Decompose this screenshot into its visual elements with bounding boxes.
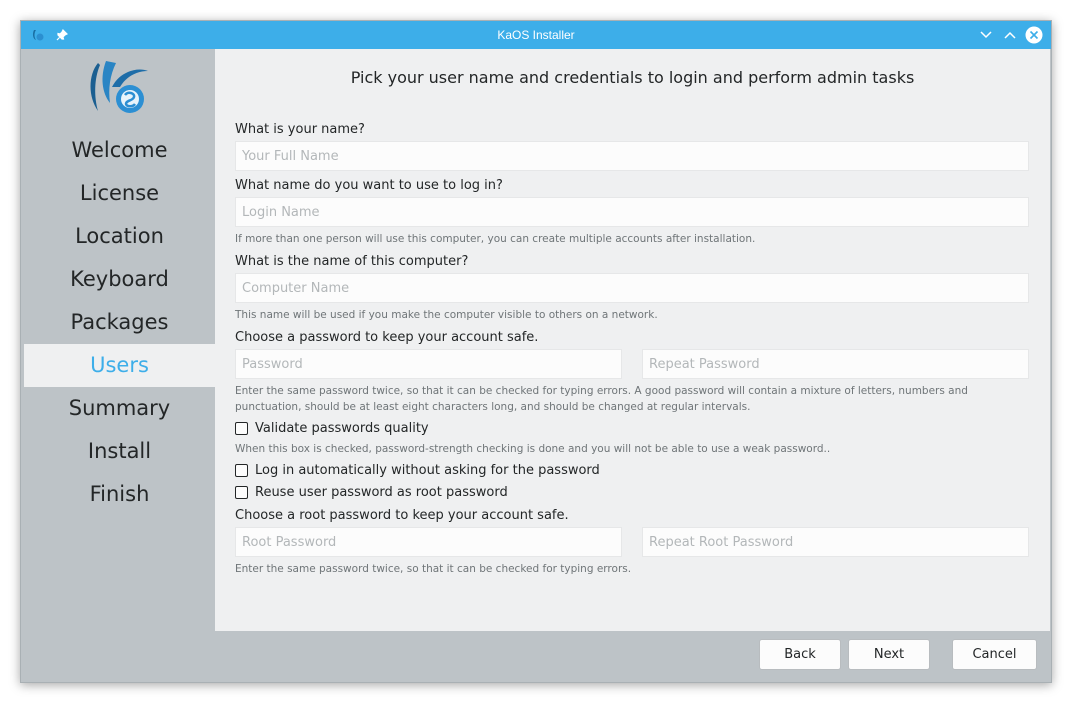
next-button[interactable]: Next — [848, 639, 930, 670]
minimize-chevron-down-icon[interactable] — [977, 26, 995, 44]
reuse-password-row[interactable]: Reuse user password as root password — [235, 483, 508, 501]
validate-hint: When this box is checked, password-stren… — [235, 443, 831, 455]
button-bar: Back Next Cancel — [24, 631, 1050, 681]
kaos-logo — [86, 57, 152, 119]
maximize-chevron-up-icon[interactable] — [1001, 26, 1019, 44]
installer-window: KaOS Installer Welcome License Location … — [20, 20, 1052, 683]
reuse-password-checkbox[interactable] — [235, 485, 248, 499]
users-page: Pick your user name and credentials to l… — [215, 49, 1050, 631]
login-hint: If more than one person will use this co… — [235, 233, 756, 245]
autologin-label[interactable]: Log in automatically without asking for … — [255, 463, 600, 478]
back-button[interactable]: Back — [759, 639, 841, 670]
reuse-password-label[interactable]: Reuse user password as root password — [255, 485, 508, 500]
sidebar-item-keyboard[interactable]: Keyboard — [24, 258, 215, 301]
sidebar-item-packages[interactable]: Packages — [24, 301, 215, 344]
validate-quality-checkbox[interactable] — [235, 421, 248, 435]
root-password-label: Choose a root password to keep your acco… — [235, 508, 569, 523]
autologin-checkbox[interactable] — [235, 463, 248, 477]
password-input[interactable] — [235, 349, 622, 379]
validate-quality-row[interactable]: Validate passwords quality — [235, 419, 429, 437]
sidebar-item-location[interactable]: Location — [24, 215, 215, 258]
cancel-button[interactable]: Cancel — [952, 639, 1037, 670]
sidebar: Welcome License Location Keyboard Packag… — [24, 49, 215, 631]
autologin-row[interactable]: Log in automatically without asking for … — [235, 461, 600, 479]
sidebar-item-install[interactable]: Install — [24, 430, 215, 473]
sidebar-item-finish[interactable]: Finish — [24, 473, 215, 516]
full-name-input[interactable] — [235, 141, 1029, 171]
password-hint: Enter the same password twice, so that i… — [235, 385, 968, 413]
login-name-input[interactable] — [235, 197, 1029, 227]
page-heading: Pick your user name and credentials to l… — [350, 68, 915, 87]
computer-hint: This name will be used if you make the c… — [235, 309, 658, 321]
computer-label: What is the name of this computer? — [235, 254, 469, 269]
login-label: What name do you want to use to log in? — [235, 178, 503, 193]
password-label: Choose a password to keep your account s… — [235, 330, 539, 345]
sidebar-item-license[interactable]: License — [24, 172, 215, 215]
repeat-root-password-input[interactable] — [642, 527, 1029, 557]
name-label: What is your name? — [235, 122, 365, 137]
sidebar-item-summary[interactable]: Summary — [24, 387, 215, 430]
repeat-password-input[interactable] — [642, 349, 1029, 379]
close-icon[interactable] — [1025, 26, 1043, 44]
window-title: KaOS Installer — [497, 28, 575, 42]
validate-quality-label[interactable]: Validate passwords quality — [255, 421, 429, 436]
sidebar-item-users[interactable]: Users — [24, 344, 215, 387]
root-password-input[interactable] — [235, 527, 622, 557]
root-password-hint: Enter the same password twice, so that i… — [235, 563, 632, 575]
sidebar-item-welcome[interactable]: Welcome — [24, 129, 215, 172]
title-bar[interactable]: KaOS Installer — [21, 21, 1051, 49]
computer-name-input[interactable] — [235, 273, 1029, 303]
